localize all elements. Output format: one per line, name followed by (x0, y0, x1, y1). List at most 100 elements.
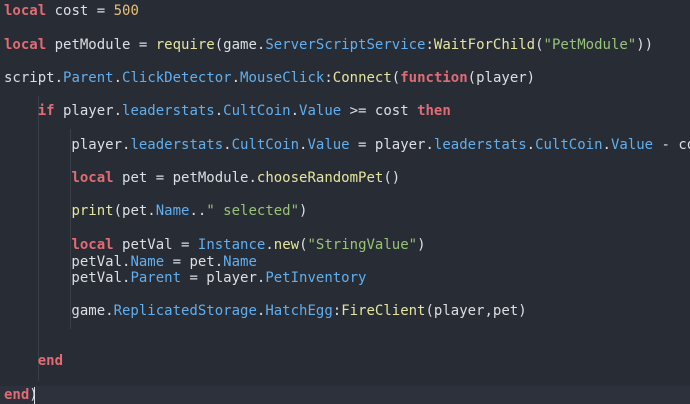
code-token: "PetModule" (543, 37, 637, 53)
code-token: : (332, 303, 342, 319)
code-token: local (71, 237, 114, 253)
code-line[interactable]: local petModule = require(game.ServerScr… (4, 37, 653, 54)
code-token: ) (299, 203, 308, 219)
code-token: Value (307, 137, 350, 153)
code-line[interactable]: script.Parent.ClickDetector.MouseClick:C… (4, 70, 535, 87)
code-token: . (231, 70, 241, 86)
code-token: WaitForChild (433, 37, 536, 53)
code-token: pet = petModule. (113, 170, 257, 186)
code-token: new (273, 237, 300, 253)
indent-guide-2 (70, 129, 71, 329)
code-token: petVal. (4, 254, 131, 270)
code-token: " selected" (206, 203, 300, 219)
code-line[interactable]: local cost = 500 (4, 3, 139, 20)
code-token: = player. (349, 137, 434, 153)
code-token: ) (417, 237, 426, 253)
code-token: >= cost (341, 103, 418, 119)
code-token: )) (636, 37, 654, 53)
code-token: . (223, 137, 232, 153)
code-token: local (71, 170, 114, 186)
code-token: player. (4, 137, 131, 153)
code-token: CultCoin (535, 137, 603, 153)
code-token: if (37, 103, 55, 119)
code-token: petVal. (4, 270, 131, 286)
code-token: ServerScriptService (265, 37, 426, 53)
code-token: "StringValue" (307, 237, 418, 253)
code-token: CultCoin (223, 103, 291, 119)
code-token: script. (4, 70, 64, 86)
code-token: Connect (332, 70, 392, 86)
code-token: = pet. (164, 254, 224, 270)
code-token: CultCoin (231, 137, 300, 153)
text-cursor (34, 387, 35, 404)
code-token: () (383, 170, 401, 186)
code-token: . (602, 137, 611, 153)
code-token: Value (299, 103, 342, 119)
code-token: 500 (113, 3, 139, 19)
code-token: : (425, 37, 434, 53)
code-token: leaderstats (130, 137, 224, 153)
code-line[interactable]: end (4, 353, 63, 370)
code-token: Parent (130, 270, 182, 286)
code-token: FireClient (341, 303, 426, 319)
code-token: Name (155, 203, 190, 219)
code-line[interactable]: local petVal = Instance.new("StringValue… (4, 237, 426, 254)
code-token: MouseClick (240, 70, 325, 86)
code-token: Name (223, 254, 257, 270)
code-token: leaderstats (433, 137, 527, 153)
code-token: local (4, 3, 47, 19)
code-token: Name (130, 254, 165, 270)
code-token: print (71, 203, 114, 219)
code-token: require (155, 37, 215, 53)
code-token: . (526, 137, 536, 153)
code-token: chooseRandomPet (256, 170, 384, 186)
code-token: end (4, 387, 30, 403)
code-token: HatchEgg (265, 303, 333, 319)
code-token: PetInventory (265, 270, 367, 286)
code-token: function (400, 70, 468, 86)
code-line[interactable]: if player.leaderstats.CultCoin.Value >= … (4, 103, 451, 120)
code-line[interactable]: petVal.Parent = player.PetInventory (4, 270, 366, 287)
code-token: = player. (181, 270, 266, 286)
code-line[interactable]: petVal.Name = pet.Name (4, 254, 257, 271)
code-token: .. (189, 203, 207, 219)
code-token: . (290, 103, 300, 119)
code-token: petModule = (46, 37, 156, 53)
code-line[interactable]: local pet = petModule.chooseRandomPet() (4, 170, 400, 187)
code-token: ( (299, 237, 308, 253)
code-token: . (113, 70, 123, 86)
code-token: end (37, 353, 64, 369)
code-editor[interactable]: local cost = 500 local petModule = requir… (0, 0, 690, 404)
code-token: Instance (197, 237, 266, 253)
code-token: game. (4, 303, 114, 319)
code-line[interactable]: game.ReplicatedStorage.HatchEgg:FireClie… (4, 303, 527, 320)
current-line-highlight (0, 386, 690, 404)
code-token: . (214, 103, 224, 119)
code-token: petVal = (113, 237, 198, 253)
code-token: . (265, 237, 274, 253)
code-token: (game. (214, 37, 266, 53)
code-token: (player) (467, 70, 536, 86)
code-token: cost = (46, 3, 114, 19)
code-token: ( (391, 70, 401, 86)
code-token: ReplicatedStorage (113, 303, 257, 319)
code-token: (pet. (113, 203, 156, 219)
code-token: Parent (63, 70, 114, 86)
code-line[interactable]: player.leaderstats.CultCoin.Value = play… (4, 137, 690, 154)
code-line[interactable]: print(pet.Name.." selected") (4, 203, 307, 220)
code-token: ClickDetector (122, 70, 232, 86)
code-token: (player,pet) (425, 303, 527, 319)
code-token: then (417, 103, 451, 119)
code-line[interactable]: end) (4, 387, 38, 404)
code-token: leaderstats (122, 103, 215, 119)
code-token: Value (610, 137, 654, 153)
code-token: - cost (661, 137, 690, 153)
code-token: player. (54, 103, 123, 119)
code-token: : (324, 70, 333, 86)
code-token: local (4, 37, 47, 53)
